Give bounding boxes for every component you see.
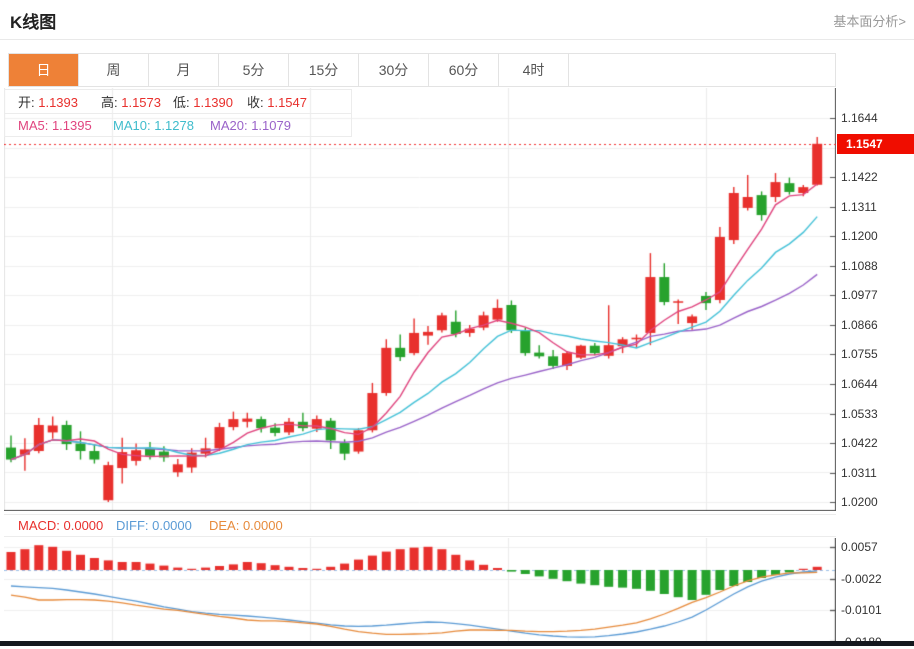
period-tab-1[interactable]: 周 — [79, 54, 149, 86]
main-axis-tick-label: 1.0977 — [841, 288, 911, 302]
legend-item: DIFF: 0.0000 — [116, 518, 192, 533]
legend-label: DEA: — [209, 518, 239, 533]
tab-bar-filler — [569, 54, 835, 86]
legend-item: 收: 1.1547 — [247, 92, 307, 111]
legend-label: 开: — [18, 95, 35, 110]
legend-value: 1.1393 — [35, 95, 78, 110]
ma-legend-row: MA5: 1.1395 MA10: 1.1278 MA20: 1.1079 — [5, 113, 351, 136]
main-axis-tick-label: 1.1311 — [841, 200, 911, 214]
legend-value: 1.1395 — [48, 118, 91, 133]
legend-label: 低: — [173, 95, 190, 110]
legend-value: 0.0000 — [60, 518, 103, 533]
legend-value: 1.1278 — [151, 118, 194, 133]
legend-value: 1.1079 — [248, 118, 291, 133]
macd-axis-tick-label: 0.0057 — [841, 540, 911, 554]
main-axis-tick-label: 1.1200 — [841, 229, 911, 243]
candlestick-chart-canvas[interactable] — [4, 88, 836, 511]
period-tab-5[interactable]: 30分 — [359, 54, 429, 86]
main-axis-tick-label: 1.0533 — [841, 407, 911, 421]
period-tab-2[interactable]: 月 — [149, 54, 219, 86]
legend-value: 0.0000 — [149, 518, 192, 533]
legend-item: 低: 1.1390 — [173, 92, 233, 111]
legend-item: DEA: 0.0000 — [209, 518, 283, 533]
legend-item: 高: 1.1573 — [101, 92, 161, 111]
main-axis-tick-label: 1.1422 — [841, 170, 911, 184]
title-divider — [0, 39, 914, 40]
main-axis-tick-label: 1.0866 — [841, 318, 911, 332]
legend-label: MACD: — [18, 518, 60, 533]
macd-axis-tick-label: -0.0022 — [841, 572, 911, 586]
legend-value: 0.0000 — [239, 518, 282, 533]
legend-item: 开: 1.1393 — [18, 92, 78, 111]
page-title: K线图 — [10, 8, 56, 33]
legend-label: 收: — [247, 95, 264, 110]
fundamental-analysis-link[interactable]: 基本面分析> — [833, 11, 906, 30]
legend-value: 1.1390 — [190, 95, 233, 110]
main-axis-tick-label: 1.0311 — [841, 466, 911, 480]
legend-label: MA20: — [210, 118, 248, 133]
period-tab-bar: 日周月5分15分30分60分4时 — [8, 53, 836, 87]
main-axis-tick-label: 1.0200 — [841, 495, 911, 509]
macd-axis-tick-label: -0.0101 — [841, 603, 911, 617]
period-tab-3[interactable]: 5分 — [219, 54, 289, 86]
legend-label: 高: — [101, 95, 118, 110]
legend-value: 1.1547 — [264, 95, 307, 110]
macd-legend-row: MACD: 0.0000DIFF: 0.0000DEA: 0.0000 — [4, 514, 836, 537]
legend-item: MA20: 1.1079 — [210, 118, 291, 133]
chart-scrollbar[interactable] — [0, 641, 914, 646]
main-axis-tick-label: 1.0422 — [841, 436, 911, 450]
legend-item: MA5: 1.1395 — [18, 118, 92, 133]
legend-label: MA10: — [113, 118, 151, 133]
main-axis-tick-label: 1.1644 — [841, 111, 911, 125]
legend-label: DIFF: — [116, 518, 149, 533]
kline-widget: K线图 基本面分析> 日周月5分15分30分60分4时 开: 1.1393 高: … — [0, 0, 914, 649]
main-axis-tick-label: 1.0644 — [841, 377, 911, 391]
legend-item: MA10: 1.1278 — [113, 118, 194, 133]
main-axis-tick-label: 1.1088 — [841, 259, 911, 273]
period-tab-6[interactable]: 60分 — [429, 54, 499, 86]
legend-item: MACD: 0.0000 — [18, 518, 103, 533]
macd-chart-canvas[interactable] — [4, 538, 836, 642]
legend-value: 1.1573 — [118, 95, 161, 110]
main-axis-tick-label: 1.0755 — [841, 347, 911, 361]
current-price-tag: 1.1547 — [837, 134, 914, 154]
legend-label: MA5: — [18, 118, 48, 133]
ohlc-legend-row: 开: 1.1393 高: 1.1573 低: 1.1390 收: 1.1547 — [5, 90, 351, 113]
period-tab-0[interactable]: 日 — [9, 54, 79, 86]
period-tab-4[interactable]: 15分 — [289, 54, 359, 86]
ohlc-ma-legend: 开: 1.1393 高: 1.1573 低: 1.1390 收: 1.1547 MA5… — [4, 89, 352, 137]
period-tab-7[interactable]: 4时 — [499, 54, 569, 86]
